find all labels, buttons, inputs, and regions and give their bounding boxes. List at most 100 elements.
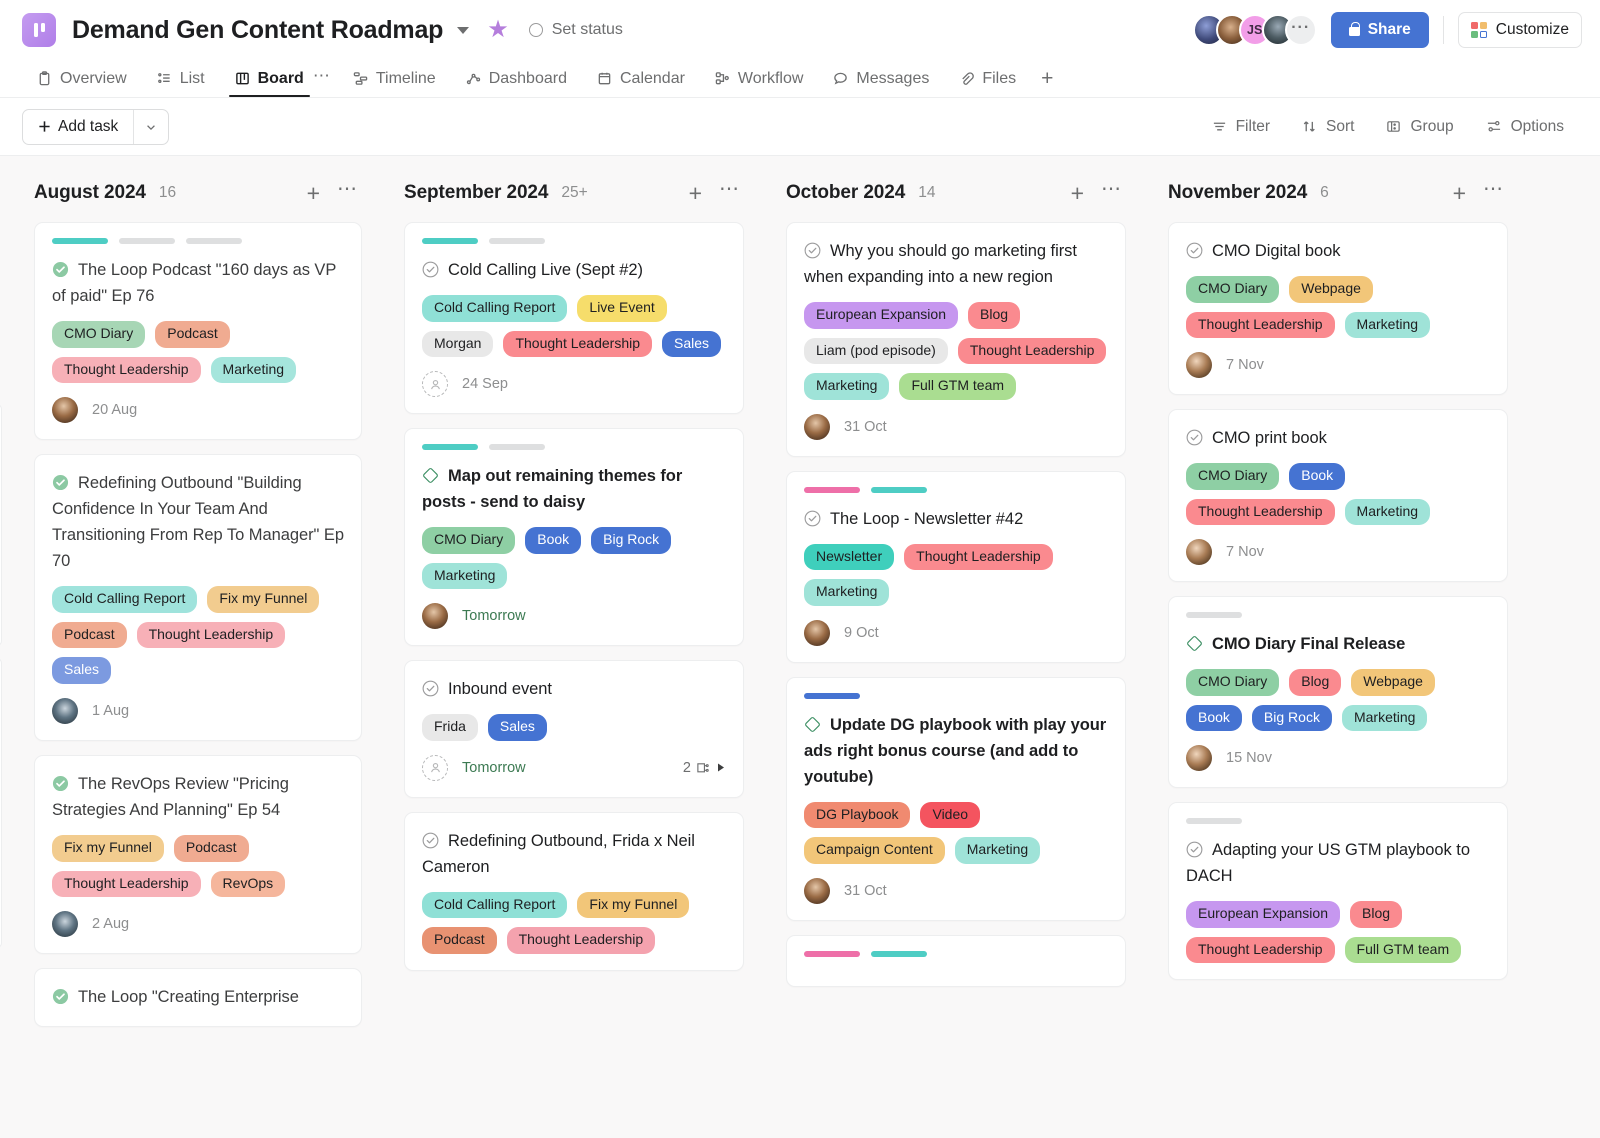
customize-button[interactable]: Customize [1457,12,1582,48]
add-task-dropdown-button[interactable] [134,110,168,144]
task-tag[interactable]: CMO Diary [1186,463,1280,490]
task-tag[interactable]: Fix my Funnel [577,891,690,919]
task-complete-icon[interactable] [52,261,69,278]
unassigned-avatar-icon[interactable] [422,371,448,398]
task-tag[interactable]: Full GTM team [899,373,1017,400]
task-incomplete-icon[interactable] [804,242,821,259]
task-tag[interactable]: CMO Diary [1186,276,1280,303]
task-card[interactable]: The Loop Podcast "160 days as VP of paid… [34,222,362,441]
task-tag[interactable]: Liam (pod episode) [804,337,948,365]
task-tag[interactable]: Big Rock [591,527,672,554]
member-avatar-group[interactable]: JS ··· [1192,14,1317,46]
task-due-date[interactable]: 1 Aug [92,703,129,719]
task-due-date[interactable]: 2 Aug [92,916,129,932]
add-task-button[interactable]: Add task [23,110,133,144]
task-card[interactable]: The RevOps Review "Pricing Strategies An… [34,754,362,954]
task-tag[interactable]: Marketing [804,579,890,606]
task-card[interactable]: Redefining Outbound, Frida x Neil Camero… [404,811,744,971]
task-tag[interactable]: Cold Calling Report [422,891,568,919]
sort-button[interactable]: Sort [1288,110,1368,144]
task-tag[interactable]: Book [525,527,582,554]
task-tag[interactable]: Cold Calling Report [52,586,198,613]
task-due-date[interactable]: 9 Oct [844,625,879,641]
task-tag[interactable]: CMO Diary [422,527,516,554]
task-tag[interactable]: Thought Leadership [52,356,201,384]
task-tag[interactable]: Fix my Funnel [52,835,164,862]
task-title[interactable]: The RevOps Review "Pricing Strategies An… [52,771,344,823]
task-incomplete-icon[interactable] [422,832,439,849]
task-due-date[interactable]: 24 Sep [462,376,508,392]
add-view-button[interactable]: + [1031,68,1063,89]
task-title[interactable]: CMO Diary Final Release [1186,631,1490,657]
task-tag[interactable]: Sales [487,714,547,741]
task-tag[interactable]: Marketing [1344,311,1431,339]
tab-list[interactable]: List [142,60,220,97]
task-tag[interactable]: Thought Leadership [503,330,653,358]
task-tag[interactable]: Podcast [173,835,249,862]
task-tag[interactable]: Thought Leadership [904,543,1053,571]
column-more-options-icon[interactable]: ⋯ [719,179,740,199]
task-card[interactable]: CMO print book CMO Diary Book Thought Leade… [1168,409,1508,583]
task-title[interactable]: CMO Digital book [1186,238,1490,264]
task-tag[interactable]: Thought Leadership [1186,498,1335,526]
add-task-to-column-icon[interactable]: + [1453,181,1466,204]
task-tag[interactable]: Live Event [577,295,667,322]
task-incomplete-icon[interactable] [422,680,439,697]
task-due-date[interactable]: 20 Aug [92,402,137,418]
task-tag[interactable]: CMO Diary [1186,669,1280,696]
task-card[interactable]: Adapting your US GTM playbook to DACH Eur… [1168,802,1508,981]
task-card[interactable]: The Loop "Creating Enterprise [34,968,362,1028]
task-card[interactable] [786,934,1126,987]
task-tag[interactable]: Fix my Funnel [207,586,320,613]
task-title[interactable]: CMO print book [1186,425,1490,451]
assignee-avatar[interactable] [1186,745,1212,772]
task-title[interactable]: Redefining Outbound, Frida x Neil Camero… [422,828,726,880]
task-tag[interactable]: Sales [662,330,722,358]
tab-calendar[interactable]: Calendar [582,60,700,97]
task-tag[interactable]: Marketing [804,373,890,400]
task-due-date[interactable]: Tomorrow [462,608,526,624]
task-tag[interactable]: Thought Leadership [957,337,1107,365]
milestone-diamond-icon[interactable] [1186,635,1203,652]
task-complete-icon[interactable] [52,474,69,491]
avatar-overflow-button[interactable]: ··· [1284,14,1317,46]
task-tag[interactable]: Big Rock [1251,704,1332,732]
task-card[interactable]: Inbound event Frida Sales Tomorrow 2 [404,660,744,798]
task-tag[interactable]: Sales [52,657,112,684]
assignee-avatar[interactable] [422,603,448,630]
task-tag[interactable]: Blog [1350,901,1403,928]
task-tag[interactable]: RevOps [210,870,286,897]
task-due-date[interactable]: 31 Oct [844,419,887,435]
task-card[interactable]: Why you should go marketing first when e… [786,222,1126,457]
task-tag[interactable]: DG Playbook [804,801,911,829]
task-incomplete-icon[interactable] [1186,242,1203,259]
task-title[interactable]: The Loop "Creating Enterprise [52,984,344,1010]
task-title[interactable]: Update DG playbook with play your ads ri… [804,712,1108,790]
add-task-to-column-icon[interactable]: + [307,181,320,204]
subtask-indicator[interactable]: 2 [683,760,726,776]
task-due-date[interactable]: 31 Oct [844,883,887,899]
task-tag[interactable]: Marketing [954,837,1041,864]
task-tag[interactable]: Thought Leadership [52,870,201,897]
task-card[interactable]: Update DG playbook with play your ads ri… [786,676,1126,921]
task-incomplete-icon[interactable] [1186,429,1203,446]
set-status-button[interactable]: Set status [528,21,623,39]
task-tag[interactable]: Podcast [422,927,497,954]
task-tag[interactable]: Book [1289,463,1346,490]
tab-files[interactable]: Files [944,60,1031,97]
task-complete-icon[interactable] [52,775,69,792]
assignee-avatar[interactable] [52,697,78,724]
tab-overview[interactable]: Overview [22,60,142,97]
task-incomplete-icon[interactable] [804,510,821,527]
unassigned-avatar-icon[interactable] [422,754,448,781]
milestone-diamond-icon[interactable] [804,716,821,733]
share-button[interactable]: Share [1330,12,1429,48]
assignee-avatar[interactable] [804,877,830,904]
task-card[interactable]: The Loop - Newsletter #42 Newsletter Thoug… [786,470,1126,663]
task-complete-icon[interactable] [52,988,69,1005]
task-tag[interactable]: Morgan [422,330,494,358]
column-more-options-icon[interactable]: ⋯ [337,179,358,199]
group-button[interactable]: Group [1372,110,1467,144]
task-tag[interactable]: European Expansion [1186,901,1340,928]
add-task-to-column-icon[interactable]: + [689,181,702,204]
